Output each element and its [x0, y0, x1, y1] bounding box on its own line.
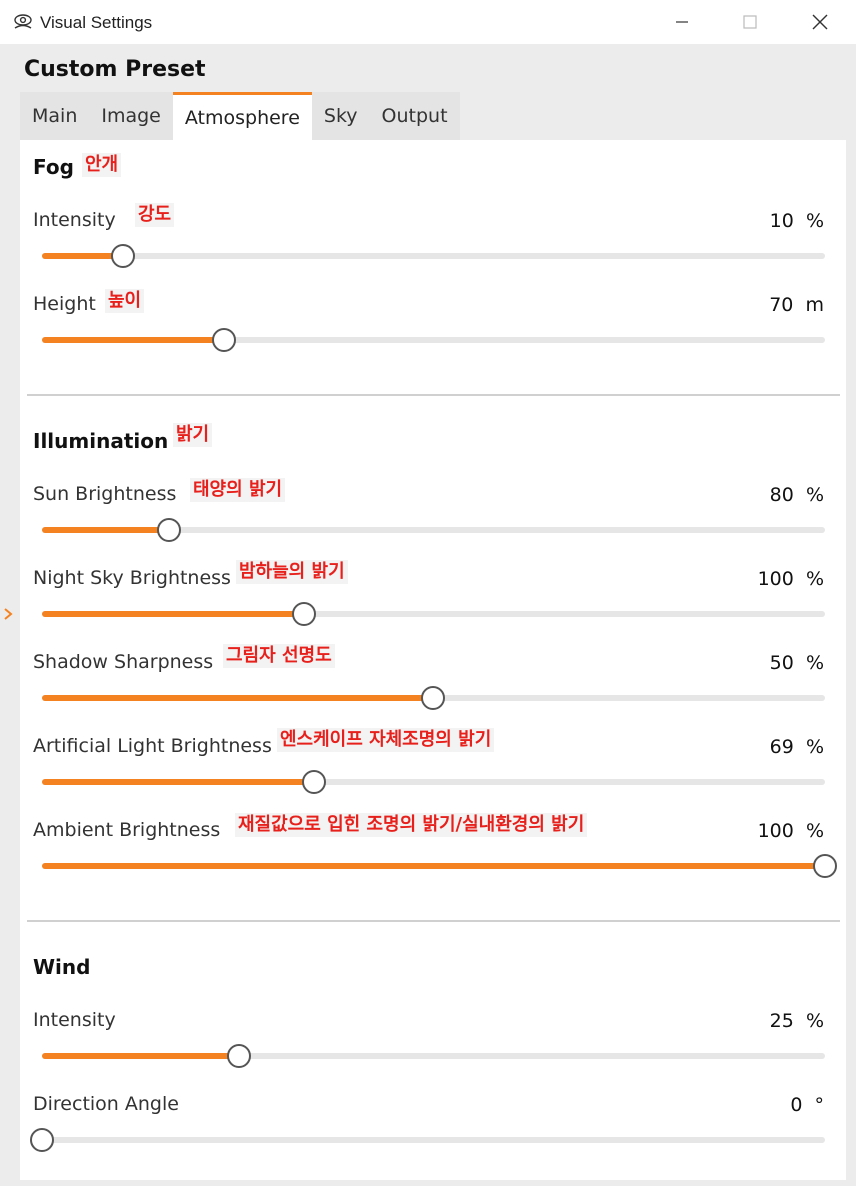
slider-fill	[42, 779, 314, 785]
close-button[interactable]	[786, 0, 854, 44]
slider-thumb[interactable]	[813, 854, 837, 878]
fog-height-value: 70 m	[769, 294, 824, 316]
direction-angle-label: Direction Angle	[33, 1093, 179, 1115]
sun-brightness-value: 80 %	[769, 484, 824, 506]
wind-intensity-value: 25 %	[769, 1010, 824, 1032]
chevron-right-icon[interactable]	[2, 604, 14, 624]
minimize-icon	[676, 21, 688, 23]
title-bar: Visual Settings	[0, 0, 856, 44]
ambient-brightness-label: Ambient Brightness	[33, 819, 221, 841]
fog-intensity-label: Intensity	[33, 209, 116, 231]
night-sky-brightness-slider[interactable]	[42, 602, 825, 626]
eye-icon	[14, 14, 32, 29]
fog-annotation: 안개	[82, 153, 122, 177]
artificial-light-brightness-label: Artificial Light Brightness	[33, 735, 272, 757]
window-title: Visual Settings	[40, 13, 153, 32]
night-sky-brightness-annotation: 밤하늘의 밝기	[236, 560, 348, 584]
tab-main[interactable]: Main	[20, 92, 90, 140]
fog-intensity-annotation: 강도	[135, 203, 175, 227]
wind-section-title: Wind	[33, 955, 91, 979]
fog-intensity-slider[interactable]	[42, 244, 825, 268]
close-icon	[812, 14, 828, 30]
tab-bar: Main Image Atmosphere Sky Output	[20, 92, 460, 140]
direction-angle-slider[interactable]	[30, 1128, 825, 1152]
fog-intensity-value: 10 %	[769, 210, 824, 232]
shadow-sharpness-label: Shadow Sharpness	[33, 651, 214, 673]
artificial-light-brightness-annotation: 엔스케이프 자체조명의 밝기	[277, 728, 495, 752]
shadow-sharpness-slider[interactable]	[42, 686, 825, 710]
ambient-brightness-value: 100 %	[757, 820, 824, 842]
preset-title: Custom Preset	[24, 57, 206, 82]
tab-output[interactable]: Output	[369, 92, 460, 140]
tab-image[interactable]: Image	[89, 92, 173, 140]
slider-fill	[42, 1053, 239, 1059]
slider-fill	[42, 863, 825, 869]
slider-thumb[interactable]	[226, 1044, 251, 1068]
slider-fill	[42, 337, 225, 343]
illumination-section-title: Illumination	[33, 429, 169, 453]
slider-fill	[42, 695, 433, 701]
slider-thumb[interactable]	[291, 602, 316, 626]
wind-intensity-label: Intensity	[33, 1009, 116, 1031]
fog-height-label: Height	[33, 293, 96, 315]
section-divider	[27, 920, 840, 922]
slider-thumb[interactable]	[30, 1128, 54, 1152]
fog-height-slider[interactable]	[42, 328, 825, 352]
fog-height-annotation: 높이	[105, 289, 145, 313]
illumination-annotation: 밝기	[173, 423, 213, 447]
slider-fill	[42, 527, 169, 533]
minimize-button[interactable]	[648, 0, 716, 44]
slider-fill	[42, 611, 304, 617]
section-divider	[27, 394, 840, 396]
wind-intensity-slider[interactable]	[42, 1044, 825, 1068]
shadow-sharpness-value: 50 %	[769, 652, 824, 674]
artificial-light-brightness-value: 69 %	[769, 736, 824, 758]
maximize-button[interactable]	[716, 0, 784, 44]
direction-angle-value: 0 °	[790, 1094, 824, 1116]
maximize-icon	[743, 15, 757, 29]
sun-brightness-label: Sun Brightness	[33, 483, 177, 505]
tab-atmosphere[interactable]: Atmosphere	[172, 92, 312, 140]
sun-brightness-slider[interactable]	[42, 518, 825, 542]
slider-thumb[interactable]	[156, 518, 181, 542]
tab-sky[interactable]: Sky	[311, 92, 370, 140]
sun-brightness-annotation: 태양의 밝기	[190, 478, 286, 502]
night-sky-brightness-value: 100 %	[757, 568, 824, 590]
ambient-brightness-annotation: 재질값으로 입힌 조명의 밝기/실내환경의 밝기	[235, 813, 588, 837]
ambient-brightness-slider[interactable]	[42, 854, 837, 878]
artificial-light-brightness-slider[interactable]	[42, 770, 825, 794]
shadow-sharpness-annotation: 그림자 선명도	[223, 644, 335, 668]
slider-thumb[interactable]	[301, 770, 326, 794]
night-sky-brightness-label: Night Sky Brightness	[33, 567, 231, 589]
fog-section-title: Fog	[33, 155, 74, 179]
slider-thumb[interactable]	[420, 686, 445, 710]
